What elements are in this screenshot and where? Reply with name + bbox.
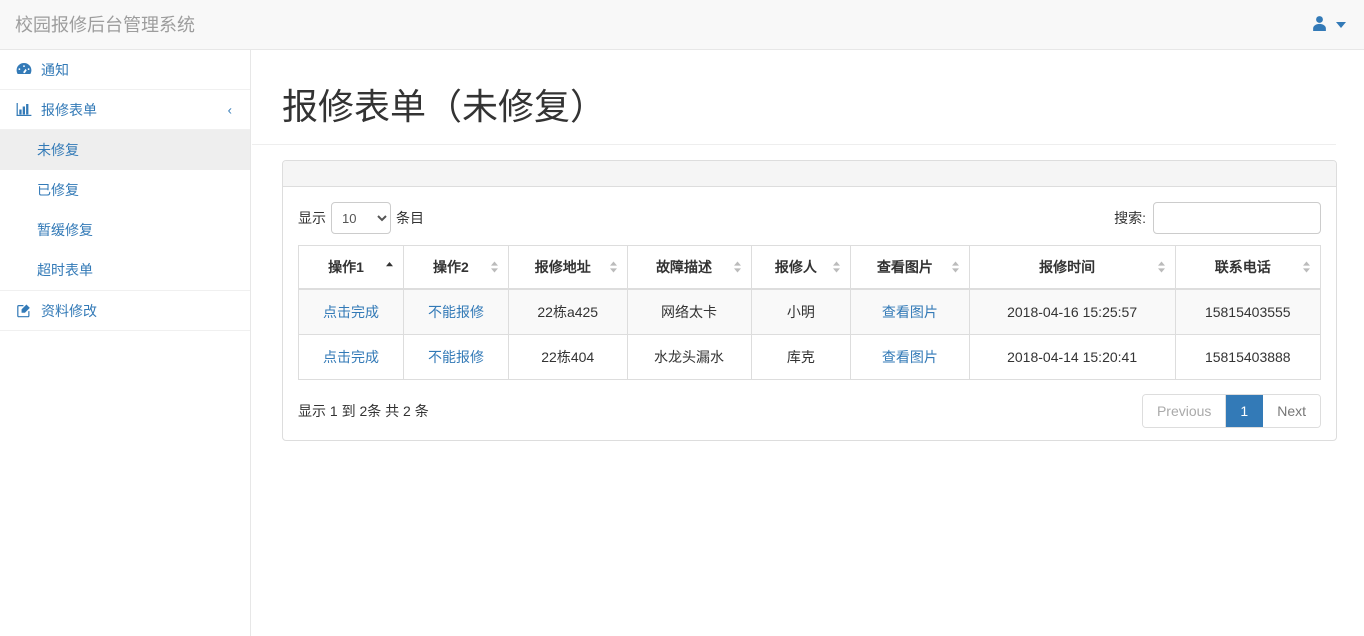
column-header-image[interactable]: 查看图片 (850, 245, 970, 290)
search-input[interactable] (1153, 202, 1321, 234)
search-control: 搜索: (1114, 202, 1321, 234)
cannot-repair-link[interactable]: 不能报修 (428, 304, 484, 320)
sidebar-item-label: 资料修改 (41, 302, 97, 319)
chevron-down-icon (1336, 22, 1346, 28)
sidebar-subitem-label: 未修复 (37, 142, 79, 158)
user-icon (1311, 15, 1328, 35)
table-row: 点击完成 不能报修 22栋404 水龙头漏水 库克 查看图片 2018-04-1… (298, 334, 1322, 380)
table-header-row: 操作1 操作2 报修地址 故障描述 报修人 查看图片 报修时间 联系电话 (298, 245, 1322, 290)
pagination-page-1[interactable]: 1 (1226, 395, 1264, 427)
repair-table: 操作1 操作2 报修地址 故障描述 报修人 查看图片 报修时间 联系电话 点击完… (298, 245, 1322, 380)
cell-phone: 15815403888 (1174, 334, 1322, 380)
cell-action2: 不能报修 (402, 288, 509, 335)
page-length-label-suffix: 条目 (396, 210, 424, 226)
edit-square-icon (15, 303, 33, 319)
table-controls: 显示 10 25 50 100 条目 搜索: (298, 201, 1321, 235)
cell-time: 2018-04-14 15:20:41 (968, 334, 1176, 380)
table-body: 点击完成 不能报修 22栋a425 网络太卡 小明 查看图片 2018-04-1… (298, 288, 1322, 380)
column-header-phone[interactable]: 联系电话 (1174, 245, 1322, 290)
sidebar-item-repair-forms[interactable]: 报修表单 ‹ (0, 90, 250, 130)
column-header-reporter[interactable]: 报修人 (750, 245, 852, 290)
cell-reporter: 库克 (750, 334, 852, 380)
cell-image: 查看图片 (850, 288, 970, 335)
sidebar-item-notice[interactable]: 通知 (0, 50, 250, 90)
cell-description: 网络太卡 (626, 288, 752, 335)
chevron-left-icon: ‹ (227, 102, 232, 117)
user-menu[interactable] (1311, 0, 1346, 50)
view-image-link[interactable]: 查看图片 (882, 304, 938, 320)
column-header-time[interactable]: 报修时间 (968, 245, 1176, 290)
sidebar-subitem-label: 超时表单 (37, 262, 93, 278)
sidebar-subitem-label: 已修复 (37, 182, 79, 198)
cell-action2: 不能报修 (402, 334, 509, 380)
sort-both-icon (1302, 260, 1311, 274)
app-brand-title: 校园报修后台管理系统 (15, 15, 195, 35)
table-head: 操作1 操作2 报修地址 故障描述 报修人 查看图片 报修时间 联系电话 (298, 245, 1322, 290)
column-header-action2[interactable]: 操作2 (402, 245, 509, 290)
sidebar-item-profile-edit[interactable]: 资料修改 (0, 291, 250, 331)
sidebar-item-label: 报修表单 (41, 101, 97, 118)
cell-address: 22栋a425 (507, 288, 628, 335)
page-length-control: 显示 10 25 50 100 条目 (298, 202, 424, 234)
sort-both-icon (733, 260, 742, 274)
cell-address: 22栋404 (507, 334, 628, 380)
column-header-description[interactable]: 故障描述 (626, 245, 752, 290)
page-length-select[interactable]: 10 25 50 100 (331, 202, 391, 234)
cell-action1: 点击完成 (298, 288, 404, 335)
cell-reporter: 小明 (750, 288, 852, 335)
cell-time: 2018-04-16 15:25:57 (968, 288, 1176, 335)
complete-link[interactable]: 点击完成 (323, 304, 379, 320)
column-header-address[interactable]: 报修地址 (507, 245, 628, 290)
column-header-action1[interactable]: 操作1 (298, 245, 404, 290)
sidebar: 通知 报修表单 ‹ 未修复 已修复 暂缓修复 超时表单 资料修改 (0, 50, 251, 636)
view-image-link[interactable]: 查看图片 (882, 349, 938, 365)
sort-both-icon (832, 260, 841, 274)
complete-link[interactable]: 点击完成 (323, 349, 379, 365)
cell-phone: 15815403555 (1174, 288, 1322, 335)
sort-both-icon (490, 260, 499, 274)
sort-both-icon (609, 260, 618, 274)
pagination-previous[interactable]: Previous (1142, 395, 1227, 427)
sidebar-item-label: 通知 (41, 61, 69, 78)
repair-table-panel: 显示 10 25 50 100 条目 搜索: (282, 160, 1337, 441)
sort-both-icon (1157, 260, 1166, 274)
cell-action1: 点击完成 (298, 334, 404, 380)
pagination-next[interactable]: Next (1263, 395, 1320, 427)
sidebar-subitem-label: 暂缓修复 (37, 222, 93, 238)
sort-both-icon (951, 260, 960, 274)
top-navbar: 校园报修后台管理系统 (0, 0, 1364, 50)
table-footer: 显示 1 到 2条 共 2 条 Previous 1 Next (298, 394, 1321, 428)
page-length-label-prefix: 显示 (298, 210, 326, 226)
sort-asc-icon (385, 260, 394, 274)
cannot-repair-link[interactable]: 不能报修 (428, 349, 484, 365)
cell-image: 查看图片 (850, 334, 970, 380)
main-content: 报修表单（未修复） 显示 10 25 50 100 条目 搜索: (252, 50, 1364, 636)
table-info: 显示 1 到 2条 共 2 条 (298, 403, 429, 419)
bar-chart-icon (15, 102, 33, 118)
sidebar-item-overdue[interactable]: 超时表单 (0, 250, 250, 290)
sidebar-item-repaired[interactable]: 已修复 (0, 170, 250, 210)
panel-body: 显示 10 25 50 100 条目 搜索: (283, 187, 1336, 440)
pagination: Previous 1 Next (1141, 394, 1321, 428)
cell-description: 水龙头漏水 (626, 334, 752, 380)
search-label: 搜索: (1114, 210, 1146, 226)
panel-heading (283, 161, 1336, 187)
sidebar-item-unrepaired[interactable]: 未修复 (0, 130, 250, 170)
page-title: 报修表单（未修复） (252, 50, 1336, 145)
sidebar-item-postponed[interactable]: 暂缓修复 (0, 210, 250, 250)
dashboard-icon (15, 62, 33, 78)
table-row: 点击完成 不能报修 22栋a425 网络太卡 小明 查看图片 2018-04-1… (298, 288, 1322, 335)
